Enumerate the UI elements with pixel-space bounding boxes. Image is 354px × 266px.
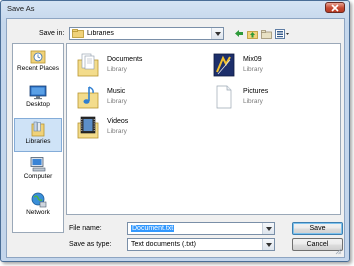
file-type: Library <box>107 98 127 105</box>
file-type: Library <box>243 66 263 73</box>
place-libraries[interactable]: Libraries <box>14 118 62 152</box>
save-as-type-value: Text documents (.txt) <box>131 241 196 248</box>
libraries-folder-icon <box>72 29 84 38</box>
documents-library-icon <box>77 53 99 77</box>
file-name: Music <box>107 88 126 95</box>
file-type: Library <box>243 98 263 105</box>
recent-places-icon <box>30 50 46 64</box>
close-icon <box>331 3 339 12</box>
mix09-library-icon <box>213 53 235 77</box>
file-list: Documents Library Mix09 Library Music Li… <box>66 43 341 215</box>
network-icon <box>31 192 47 208</box>
save-as-dialog: Save As Save in: Libraries Recent Places… <box>0 0 350 262</box>
chevron-down-icon[interactable] <box>262 223 274 234</box>
computer-icon <box>30 157 46 172</box>
pictures-library-icon <box>216 85 232 109</box>
file-name: Pictures <box>243 88 269 95</box>
save-as-type-dropdown[interactable]: Text documents (.txt) <box>127 238 275 251</box>
list-item-music[interactable]: Music Library <box>77 84 207 112</box>
place-label: Desktop <box>26 101 50 108</box>
place-recent-places[interactable]: Recent Places <box>14 46 62 80</box>
place-computer[interactable]: Computer <box>14 154 62 188</box>
up-folder-icon[interactable] <box>247 28 258 39</box>
resize-grip-icon[interactable] <box>334 247 342 255</box>
save-button[interactable]: Save <box>292 222 343 235</box>
file-name-field[interactable]: Document.txt <box>127 222 275 235</box>
file-type: Library <box>107 128 127 135</box>
place-network[interactable]: Network <box>14 190 62 224</box>
places-bar: Recent Places Desktop Libraries Computer… <box>12 43 64 233</box>
window-title: Save As <box>7 4 35 13</box>
save-in-label: Save in: <box>39 30 65 37</box>
place-label: Recent Places <box>17 65 59 72</box>
list-item-videos[interactable]: Videos Library <box>77 114 207 142</box>
list-item-pictures[interactable]: Pictures Library <box>213 84 343 112</box>
dialog-body: Save in: Libraries Recent Places Desktop… <box>6 18 345 258</box>
libraries-icon <box>31 121 45 137</box>
music-library-icon <box>77 86 99 109</box>
list-item-documents[interactable]: Documents Library <box>77 52 207 80</box>
place-desktop[interactable]: Desktop <box>14 82 62 116</box>
place-label: Libraries <box>25 138 51 145</box>
back-icon[interactable] <box>233 28 244 39</box>
place-label: Network <box>26 209 50 216</box>
close-button[interactable] <box>325 2 345 13</box>
chevron-down-icon <box>211 28 223 39</box>
file-name: Documents <box>107 56 143 63</box>
file-type: Library <box>107 66 127 73</box>
file-name-label: File name: <box>69 225 102 232</box>
views-menu-icon[interactable] <box>275 28 290 39</box>
file-name: Videos <box>107 118 129 125</box>
chevron-down-icon <box>262 239 274 250</box>
save-in-value: Libraries <box>87 30 114 37</box>
save-in-dropdown[interactable]: Libraries <box>69 27 224 40</box>
place-label: Computer <box>23 173 53 180</box>
new-folder-icon[interactable] <box>261 28 272 39</box>
videos-library-icon <box>77 116 99 139</box>
desktop-icon <box>29 85 47 100</box>
file-name-value: Document.txt <box>131 225 175 232</box>
save-as-type-label: Save as type: <box>69 241 112 248</box>
file-name: Mix09 <box>243 56 262 63</box>
list-item-mix09[interactable]: Mix09 Library <box>213 52 343 80</box>
